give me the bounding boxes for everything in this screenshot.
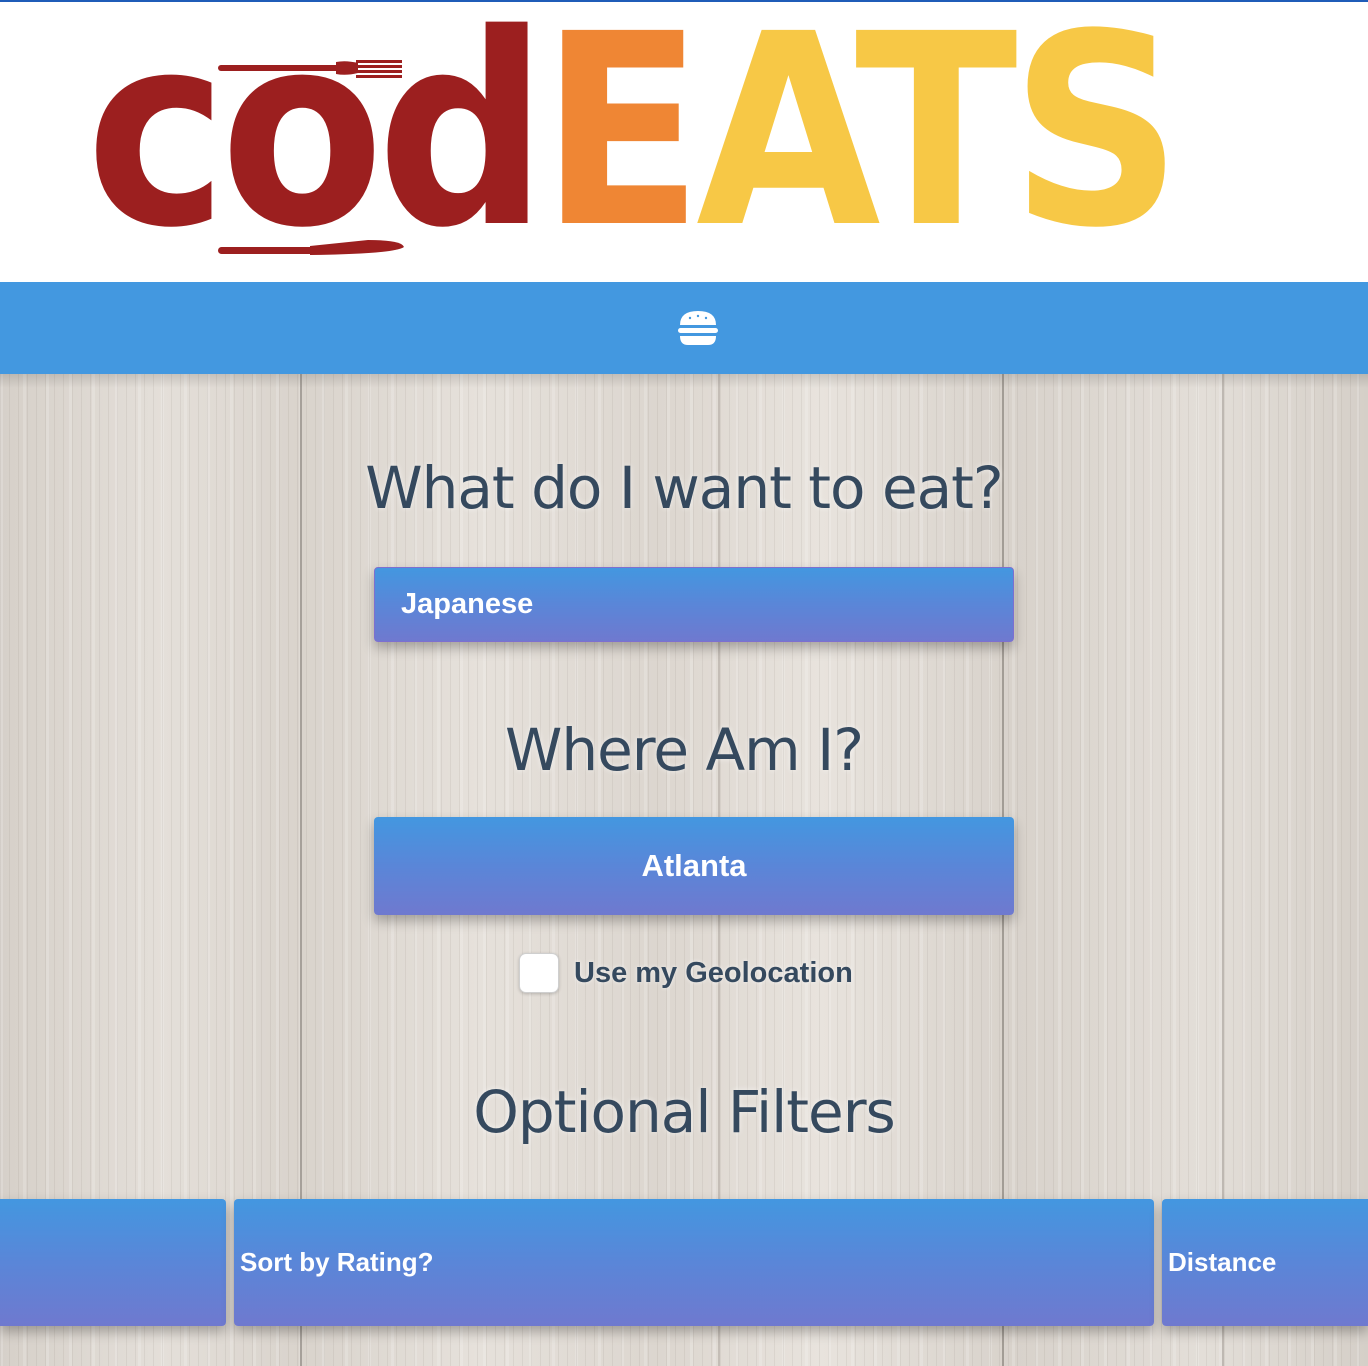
distance-label: Distance [1168,1247,1277,1277]
codeats-logo[interactable]: codEATS [86,0,1182,265]
food-question-heading: What do I want to eat? [365,454,1003,522]
knife-icon [218,240,404,255]
logo-header: codEATS [0,0,1368,282]
distance-filter[interactable]: Distance [1162,1199,1368,1326]
location-input[interactable] [374,817,1014,915]
location-question-heading: Where Am I? [505,716,864,784]
sort-by-rating-filter[interactable]: Sort by Rating? [234,1199,1154,1326]
fork-icon [218,60,402,78]
geolocation-option: Use my Geolocation [519,952,853,994]
geolocation-label[interactable]: Use my Geolocation [574,957,853,990]
food-input[interactable] [374,567,1014,642]
logo-text-ats: ATS [696,0,1182,286]
logo-text-e: E [540,0,703,286]
optional-filters-heading: Optional Filters [473,1078,896,1146]
navbar [0,282,1368,374]
sort-by-rating-label: Sort by Rating? [240,1247,434,1277]
geolocation-checkbox[interactable] [519,953,559,993]
menu-button[interactable] [675,306,721,350]
hamburger-icon [678,311,718,345]
filter-option-left[interactable] [0,1199,226,1326]
